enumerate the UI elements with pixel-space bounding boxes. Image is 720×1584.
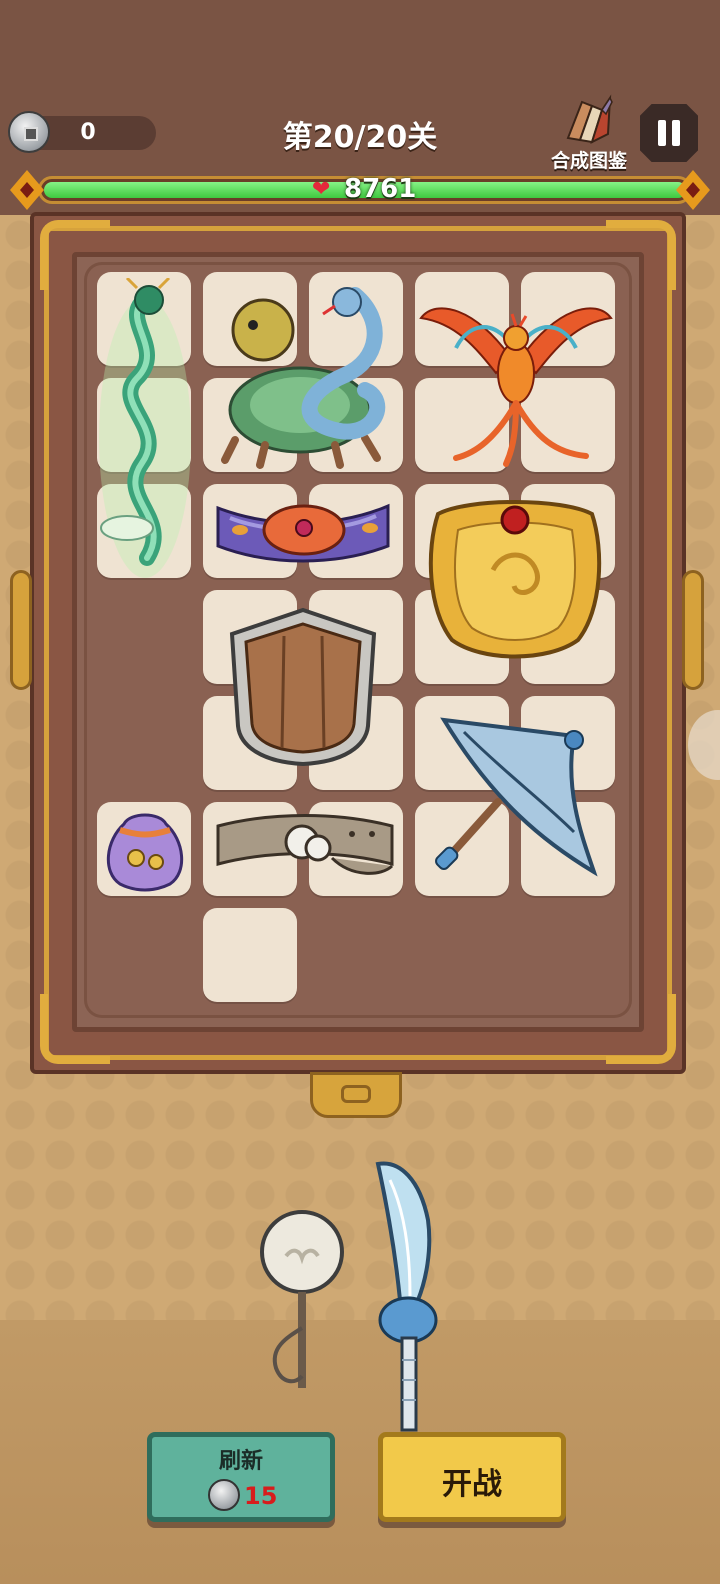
board-latch: [310, 1072, 402, 1118]
board-side-handle: [682, 570, 704, 690]
board-side-handle: [10, 570, 32, 690]
pause-button[interactable]: [640, 104, 698, 162]
heart-icon: ❤: [312, 177, 331, 202]
coin-count: 0: [80, 120, 96, 145]
pouch-icon[interactable]: [100, 806, 190, 892]
golden-shield-icon[interactable]: [418, 490, 612, 670]
broadsword-icon[interactable]: [370, 1160, 440, 1432]
floor-shade: [0, 1320, 720, 1584]
refresh-button[interactable]: 刷新 15: [147, 1432, 335, 1522]
coin-icon: [8, 111, 50, 153]
pause-icon: [658, 120, 666, 146]
health-value: 8761: [344, 174, 417, 204]
tortoise-snake-icon[interactable]: [205, 280, 405, 470]
health-bar: ❤ 8761: [10, 170, 710, 210]
start-battle-label: 开战: [442, 1467, 502, 1502]
grid-cell[interactable]: [203, 908, 297, 1002]
refresh-cost: 15: [244, 1482, 278, 1510]
dragon-icon[interactable]: [97, 278, 193, 578]
wooden-shield-icon[interactable]: [226, 606, 380, 768]
start-battle-button[interactable]: 开战: [378, 1432, 566, 1522]
purple-belt-icon[interactable]: [210, 488, 396, 574]
orb-staff-icon[interactable]: [256, 1208, 348, 1394]
level-title: 第20/20关: [282, 120, 438, 155]
book-icon: [566, 94, 613, 144]
pause-icon-bar: [672, 120, 680, 146]
leather-belt-icon[interactable]: [212, 808, 398, 890]
coin-icon: [208, 1479, 240, 1511]
health-bar-left-cap: [10, 170, 44, 210]
refresh-label: 刷新: [218, 1449, 263, 1474]
codex-label: 合成图鉴: [550, 150, 627, 172]
phoenix-icon[interactable]: [416, 278, 616, 468]
synthesis-codex-button[interactable]: 合成图鉴: [544, 92, 634, 172]
umbrella-icon[interactable]: [434, 712, 604, 882]
